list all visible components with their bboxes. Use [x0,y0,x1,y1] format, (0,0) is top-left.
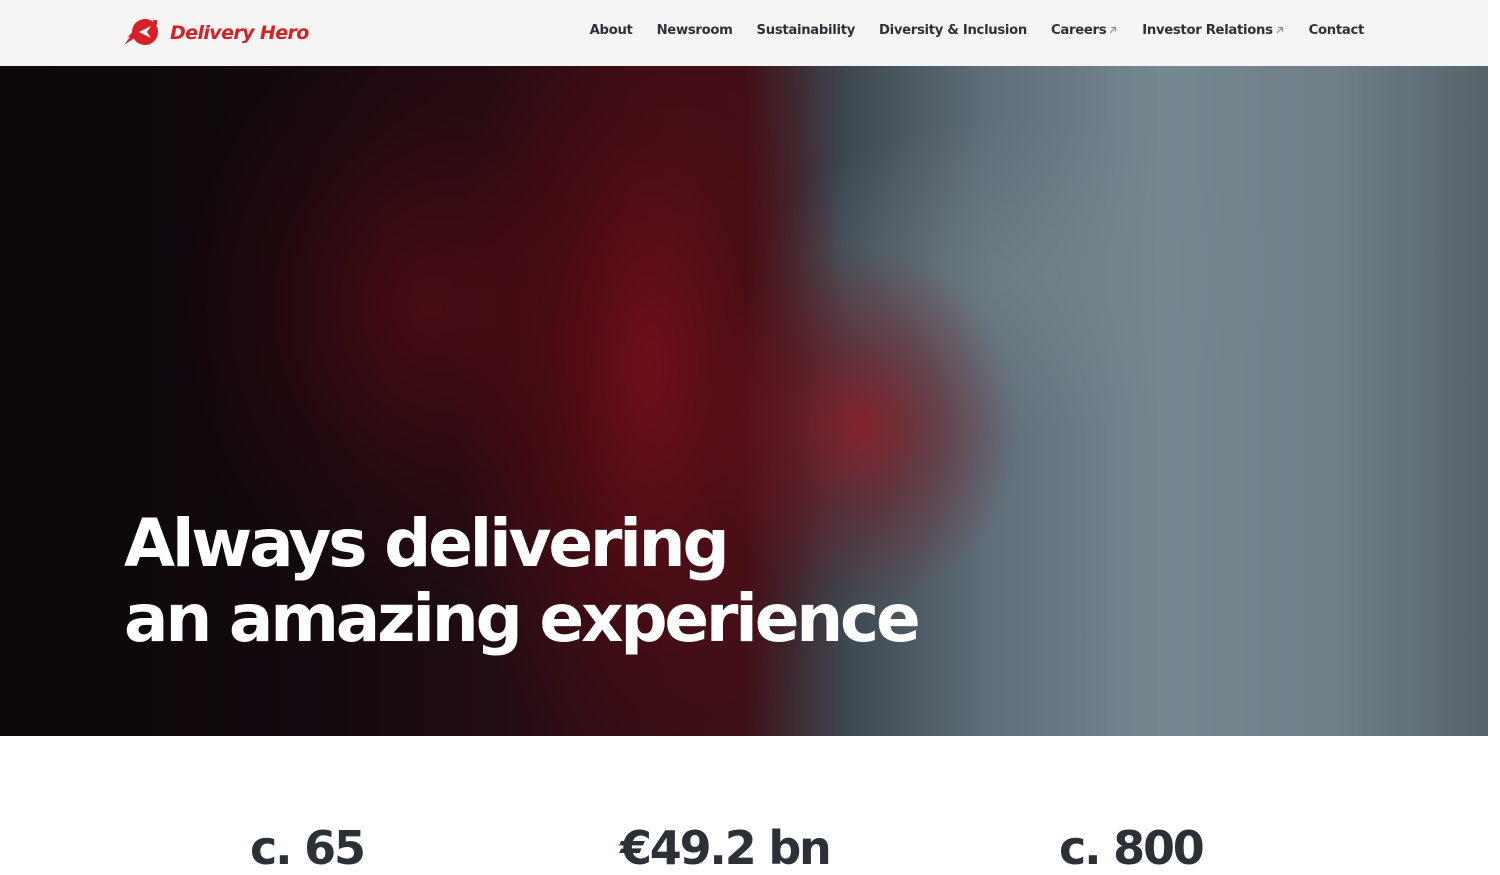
brand-name: Delivery Hero [170,22,309,44]
hero-headline-line-1: Always delivering [124,505,730,582]
key-figures-section: c. 65 €49.2 bn c. 800 [0,736,1488,874]
stat-gmv-value: €49.2 bn [620,821,832,875]
nav-investor-relations[interactable]: Investor Relations [1142,23,1284,38]
hero-headline: Always delivering an amazing experience [124,505,921,657]
site-header: Delivery Hero About Newsroom Sustainabil… [0,0,1488,66]
external-link-arrow-icon [1110,26,1117,34]
hero-video-banner: Always delivering an amazing experience [0,66,1488,736]
nav-about-label: About [589,22,633,38]
stat-third-value: c. 800 [1059,821,1205,875]
delivery-hero-mascot-icon [124,19,158,45]
delivery-hero-logo[interactable]: Delivery Hero [123,16,309,50]
nav-about[interactable]: About [590,23,633,38]
nav-newsroom-label: Newsroom [656,22,733,38]
nav-careers-label: Careers [1051,22,1107,38]
nav-newsroom[interactable]: Newsroom [657,23,733,38]
nav-sustainability[interactable]: Sustainability [756,22,856,38]
nav-careers[interactable]: Careers [1051,23,1118,38]
nav-contact-label: Contact [1308,22,1365,38]
nav-investor-relations-label: Investor Relations [1142,22,1273,38]
nav-sustainability-label: Sustainability [756,22,856,38]
nav-diversity-inclusion-label: Diversity & Inclusion [879,22,1028,38]
main-navigation: About Newsroom Sustainability Diversity … [566,0,1365,60]
nav-diversity-inclusion[interactable]: Diversity & Inclusion [879,23,1027,38]
nav-contact[interactable]: Contact [1308,22,1365,38]
external-link-arrow-icon [1276,26,1283,34]
stat-countries-value: c. 65 [250,821,366,875]
hero-headline-line-2: an amazing experience [124,580,921,657]
